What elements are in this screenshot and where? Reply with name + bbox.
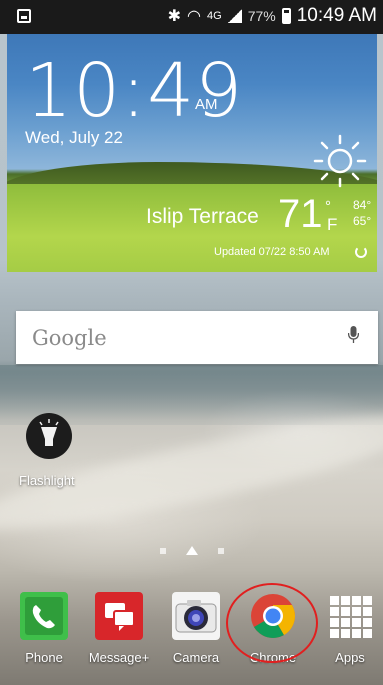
app-dock: Phone Message+ Camera Chrome Apps <box>0 592 383 672</box>
apps-label: Apps <box>335 650 365 665</box>
apps-grid-icon[interactable] <box>326 592 374 640</box>
page-dot <box>160 547 166 554</box>
message-plus-icon[interactable] <box>95 592 143 640</box>
camera-label: Camera <box>172 650 220 665</box>
temperature-degree: ° <box>325 198 331 215</box>
message-plus-label: Message+ <box>88 650 150 665</box>
camera-icon[interactable] <box>172 592 220 640</box>
wifi-icon: ◠ <box>187 8 201 25</box>
status-icons: ✱ ◠ 4G 77% 10:49 AM <box>168 5 377 27</box>
refresh-icon[interactable] <box>355 246 367 258</box>
page-dot <box>218 547 224 554</box>
chrome-highlight-circle <box>226 583 318 663</box>
network-type: 4G <box>207 10 222 22</box>
google-search-label: Google <box>32 326 107 350</box>
temperature-high: 84° <box>353 198 372 212</box>
weather-location: Islip Terrace <box>146 205 259 228</box>
clock-ampm: AM <box>195 96 218 113</box>
weather-updated-time: Updated 07/22 8:50 AM <box>214 246 330 258</box>
dock-camera[interactable]: Camera <box>161 592 231 665</box>
dock-phone[interactable]: Phone <box>9 592 79 665</box>
temperature-low: 65° <box>353 214 372 228</box>
microphone-icon[interactable] <box>348 326 359 344</box>
google-search-bar[interactable]: Google <box>16 311 378 364</box>
weather-temperature: 71 <box>278 192 323 236</box>
weather-clock-widget[interactable]: 10:49 AM Wed, July 22 Islip Terrace 71 °… <box>7 34 377 272</box>
bluetooth-icon: ✱ <box>167 8 182 25</box>
page-indicator <box>160 546 224 555</box>
clock-date: Wed, July 22 <box>25 128 123 147</box>
status-time: 10:49 AM <box>296 5 377 26</box>
sun-icon <box>313 134 367 188</box>
home-page-indicator <box>186 546 198 555</box>
dock-message-plus[interactable]: Message+ <box>84 592 154 665</box>
dock-apps[interactable]: Apps <box>315 592 383 665</box>
flashlight-button[interactable] <box>26 413 72 459</box>
clock-time: 10:49 <box>25 48 244 134</box>
battery-icon <box>281 8 291 24</box>
temperature-unit: F <box>327 215 338 234</box>
phone-icon[interactable] <box>20 592 68 640</box>
signal-strength-icon <box>227 9 242 23</box>
battery-percent: 77% <box>247 8 276 24</box>
gallery-notification-icon <box>17 9 31 23</box>
phone-label: Phone <box>25 650 63 665</box>
flashlight-icon <box>39 419 59 446</box>
status-bar: ✱ ◠ 4G 77% 10:49 AM <box>0 0 383 34</box>
flashlight-label: Flashlight <box>19 473 75 488</box>
